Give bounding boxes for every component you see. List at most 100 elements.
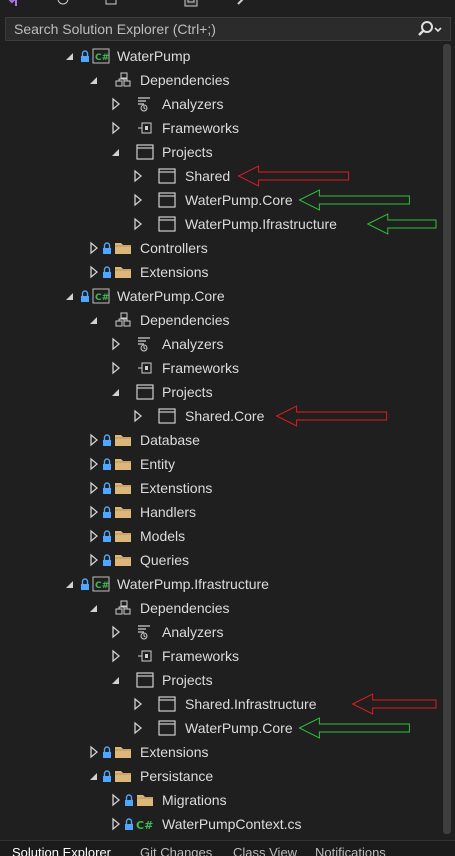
tree-node[interactable]: Shared.Core <box>0 404 440 428</box>
collapsed-arrow-icon[interactable] <box>88 481 100 495</box>
collapsed-arrow-icon[interactable] <box>110 817 122 831</box>
projects-icon <box>136 671 154 689</box>
expanded-arrow-icon[interactable] <box>110 385 122 399</box>
expanded-arrow-icon[interactable] <box>88 313 100 327</box>
tree-node[interactable]: C# WaterPump.Core <box>0 284 440 308</box>
search-icon[interactable] <box>416 20 446 40</box>
tree-node[interactable]: Frameworks <box>0 356 440 380</box>
collapsed-arrow-icon[interactable] <box>88 745 100 759</box>
collapsed-arrow-icon[interactable] <box>110 337 122 351</box>
vertical-scrollbar[interactable] <box>440 44 455 840</box>
tree-node-label: Models <box>140 528 186 544</box>
tree-node[interactable]: WaterPump.Core <box>0 716 440 740</box>
tree-node[interactable]: Database <box>0 428 440 452</box>
search-box[interactable] <box>5 17 451 41</box>
collapse-icon[interactable] <box>104 0 118 8</box>
tree-node[interactable]: Analyzers <box>0 332 440 356</box>
tab-class-view[interactable]: Class View <box>233 845 297 856</box>
collapsed-arrow-icon[interactable] <box>88 553 100 567</box>
collapsed-arrow-icon[interactable] <box>110 649 122 663</box>
collapsed-arrow-icon[interactable] <box>110 793 122 807</box>
tab-notifications[interactable]: Notifications <box>315 845 386 856</box>
tree-node[interactable]: Entity <box>0 452 440 476</box>
tree-node[interactable]: Dependencies <box>0 68 440 92</box>
collapsed-arrow-icon[interactable] <box>132 169 144 183</box>
tab-solution-explorer[interactable]: Solution Explorer <box>12 845 111 856</box>
tree-node[interactable]: Frameworks <box>0 644 440 668</box>
show-all-files-icon[interactable] <box>184 0 198 8</box>
project-reference-icon <box>158 191 176 209</box>
tree-node-label: WaterPump.Core <box>185 192 293 208</box>
collapsed-arrow-icon[interactable] <box>88 265 100 279</box>
folder-icon <box>136 791 154 809</box>
folder-icon <box>114 263 132 281</box>
tree-node[interactable]: Analyzers <box>0 620 440 644</box>
collapsed-arrow-icon[interactable] <box>110 361 122 375</box>
tree-node[interactable]: Extensions <box>0 260 440 284</box>
collapsed-arrow-icon[interactable] <box>110 625 122 639</box>
tree-node[interactable]: Handlers <box>0 500 440 524</box>
collapsed-arrow-icon[interactable] <box>88 457 100 471</box>
folder-icon <box>114 239 132 257</box>
properties-icon[interactable] <box>236 0 250 8</box>
refresh-icon[interactable] <box>56 0 70 8</box>
collapsed-arrow-icon[interactable] <box>132 721 144 735</box>
tree-node[interactable]: Frameworks <box>0 116 440 140</box>
expanded-arrow-icon[interactable] <box>110 673 122 687</box>
tree-node-label: Analyzers <box>162 96 224 112</box>
expanded-arrow-icon[interactable] <box>64 289 76 303</box>
expanded-arrow-icon[interactable] <box>88 769 100 783</box>
tree-node-label: Extenstions <box>140 480 213 496</box>
tree-node[interactable]: Shared.Infrastructure <box>0 692 440 716</box>
tree-node[interactable]: Extensions <box>0 740 440 764</box>
folder-icon <box>114 527 132 545</box>
tree-node[interactable]: Shared <box>0 164 440 188</box>
collapsed-arrow-icon[interactable] <box>132 409 144 423</box>
tab-git-changes[interactable]: Git Changes <box>140 845 212 856</box>
scrollbar-thumb[interactable] <box>443 44 451 834</box>
folder-icon <box>114 431 132 449</box>
tree-node[interactable]: Controllers <box>0 236 440 260</box>
lock-icon <box>81 578 89 590</box>
collapsed-arrow-icon[interactable] <box>88 241 100 255</box>
tree-node[interactable]: C# WaterPump <box>0 44 440 68</box>
expanded-arrow-icon[interactable] <box>110 145 122 159</box>
collapsed-arrow-icon[interactable] <box>88 433 100 447</box>
collapsed-arrow-icon[interactable] <box>132 697 144 711</box>
lock-icon <box>103 266 111 278</box>
tree-node[interactable]: Migrations <box>0 788 440 812</box>
tree-node-label: Extensions <box>140 744 209 760</box>
tree-node[interactable]: C# WaterPumpContext.cs <box>0 812 440 836</box>
tree-node[interactable]: Projects <box>0 380 440 404</box>
tree-node[interactable]: Dependencies <box>0 308 440 332</box>
collapsed-arrow-icon[interactable] <box>132 193 144 207</box>
solution-tree: C# WaterPump Dependencies Analyzers Framewor… <box>0 44 440 840</box>
tree-node[interactable]: WaterPump.Ifrastructure <box>0 212 440 236</box>
tree-node-label: Projects <box>162 384 213 400</box>
tree-node[interactable]: Models <box>0 524 440 548</box>
tree-node-label: WaterPump.Ifrastructure <box>185 216 337 232</box>
analyzers-icon <box>136 95 154 113</box>
tree-node-label: Persistance <box>140 768 214 784</box>
expanded-arrow-icon[interactable] <box>64 49 76 63</box>
tree-node[interactable]: Dependencies <box>0 596 440 620</box>
expanded-arrow-icon[interactable] <box>64 577 76 591</box>
tree-node[interactable]: Queries <box>0 548 440 572</box>
tree-node[interactable]: Persistance <box>0 764 440 788</box>
expanded-arrow-icon[interactable] <box>88 73 100 87</box>
collapsed-arrow-icon[interactable] <box>88 505 100 519</box>
collapsed-arrow-icon[interactable] <box>88 529 100 543</box>
tree-node[interactable]: Projects <box>0 140 440 164</box>
tree-node-label: Entity <box>140 456 176 472</box>
tree-node-label: Dependencies <box>140 72 230 88</box>
search-input[interactable] <box>6 18 414 40</box>
expanded-arrow-icon[interactable] <box>88 601 100 615</box>
tree-node[interactable]: Analyzers <box>0 92 440 116</box>
tree-node[interactable]: Projects <box>0 668 440 692</box>
tree-node[interactable]: Extenstions <box>0 476 440 500</box>
collapsed-arrow-icon[interactable] <box>110 121 122 135</box>
collapsed-arrow-icon[interactable] <box>110 97 122 111</box>
collapsed-arrow-icon[interactable] <box>132 217 144 231</box>
tree-node[interactable]: WaterPump.Core <box>0 188 440 212</box>
tree-node[interactable]: C# WaterPump.Ifrastructure <box>0 572 440 596</box>
